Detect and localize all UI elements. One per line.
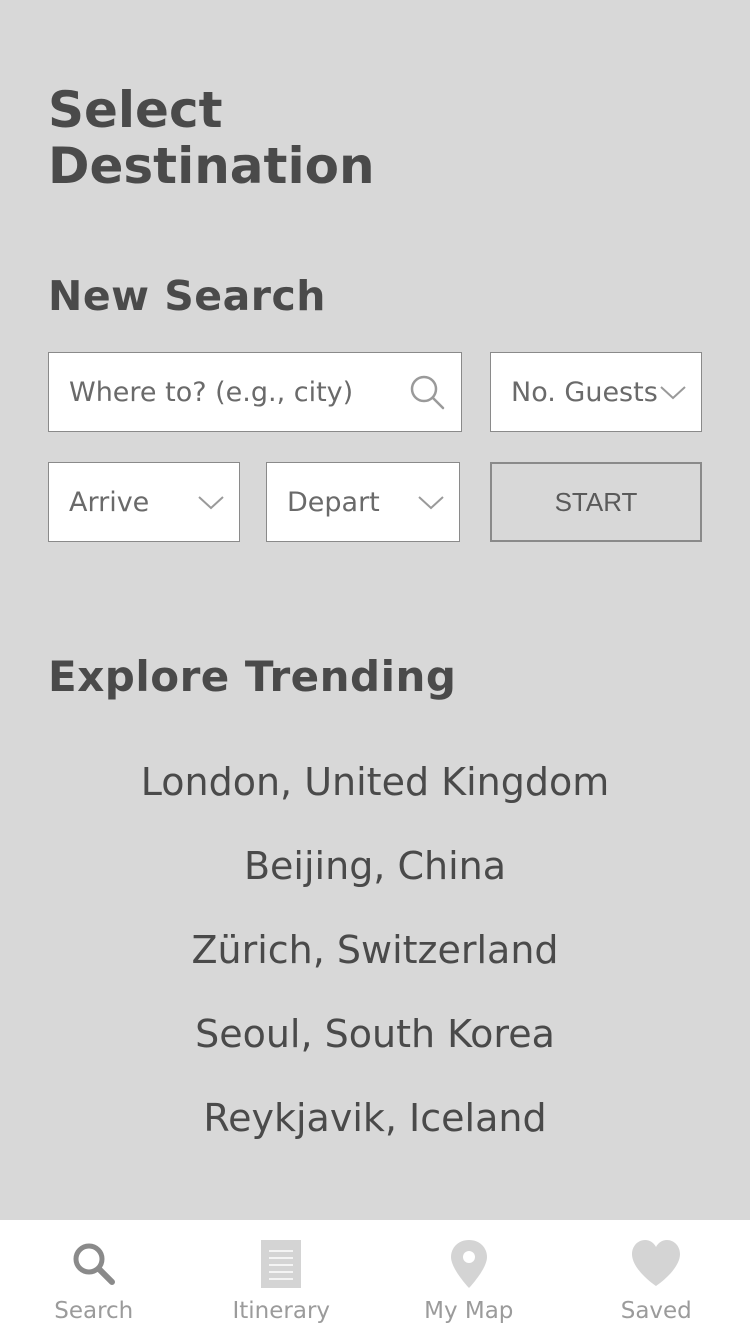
tab-my-map[interactable]: My Map [375, 1220, 563, 1334]
new-search-heading: New Search [48, 272, 326, 320]
destination-search-placeholder: Where to? (e.g., city) [69, 376, 354, 408]
depart-date-dropdown[interactable]: Depart [266, 462, 460, 542]
depart-dropdown-label: Depart [287, 486, 380, 518]
tab-search-label: Search [54, 1298, 134, 1324]
trending-destination-item[interactable]: London, United Kingdom [0, 740, 750, 824]
screen: Select Destination New Search Where to? … [0, 0, 750, 1334]
tab-search[interactable]: Search [0, 1220, 188, 1334]
document-icon [261, 1240, 302, 1288]
chevron-down-icon [418, 496, 444, 510]
search-icon [410, 375, 445, 410]
bottom-tab-bar: Search Itinerary My Map Saved [0, 1220, 750, 1334]
heart-icon [632, 1240, 681, 1286]
arrive-date-dropdown[interactable]: Arrive [48, 462, 240, 542]
trending-destination-item[interactable]: Beijing, China [0, 824, 750, 908]
tab-itinerary[interactable]: Itinerary [188, 1220, 376, 1334]
guests-dropdown-label: No. Guests [511, 376, 658, 408]
map-pin-icon [450, 1240, 487, 1288]
tab-itinerary-label: Itinerary [232, 1298, 331, 1324]
search-icon [73, 1243, 115, 1285]
explore-trending-heading: Explore Trending [48, 652, 457, 701]
page-title: Select Destination [48, 81, 375, 195]
chevron-down-icon [198, 496, 224, 510]
tab-saved[interactable]: Saved [563, 1220, 750, 1334]
start-button[interactable]: START [490, 462, 702, 542]
destination-search-input[interactable]: Where to? (e.g., city) [48, 352, 462, 432]
trending-destinations-list: London, United Kingdom Beijing, China Zü… [0, 740, 750, 1160]
arrive-dropdown-label: Arrive [69, 486, 150, 518]
chevron-down-icon [660, 386, 686, 400]
tab-saved-label: Saved [620, 1298, 692, 1324]
trending-destination-item[interactable]: Reykjavik, Iceland [0, 1076, 750, 1160]
trending-destination-item[interactable]: Seoul, South Korea [0, 992, 750, 1076]
trending-destination-item[interactable]: Zürich, Switzerland [0, 908, 750, 992]
tab-my-map-label: My Map [424, 1298, 514, 1324]
guests-dropdown[interactable]: No. Guests [490, 352, 702, 432]
